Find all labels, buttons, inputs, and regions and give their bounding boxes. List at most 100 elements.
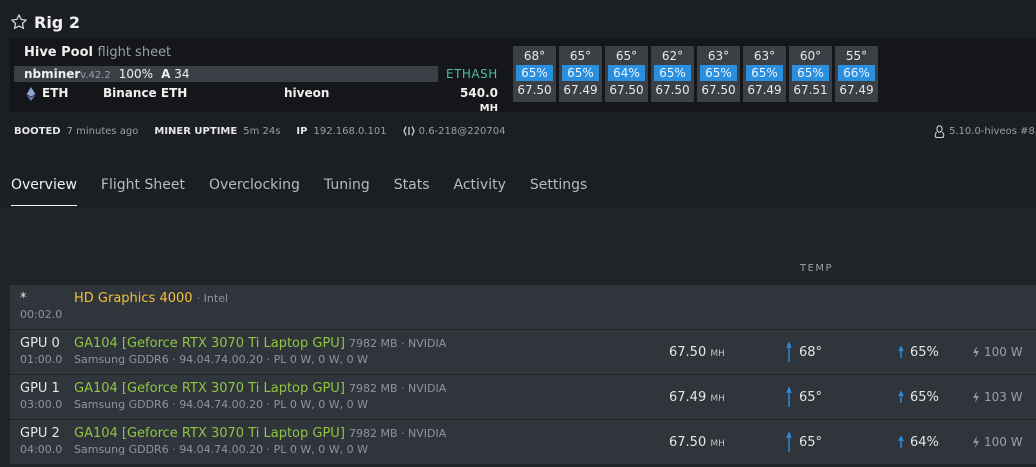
gpu-card[interactable]: 62° 65% 67.50 bbox=[651, 46, 694, 102]
gpu-hashrate-unit: MH bbox=[710, 439, 725, 449]
gpu-info: Samsung GDDR6 · 94.04.74.00.20 · PL 0 W,… bbox=[74, 353, 369, 366]
uptime-label: MINER UPTIME bbox=[154, 125, 238, 137]
gpu-card-fan: 65% bbox=[746, 65, 783, 81]
gpu-summary-cards: 68° 65% 67.50 65° 65% 67.49 65° 64% 67.5… bbox=[513, 46, 878, 102]
flight-sheet-title[interactable]: Hive Pool flight sheet bbox=[24, 45, 171, 60]
gpu-memory: 7982 MB · NVIDIA bbox=[349, 337, 447, 350]
gpu-power-value: 103 W bbox=[984, 390, 1023, 404]
gpu-name: GA104 [Geforce RTX 3070 Ti Laptop GPU] bbox=[74, 426, 345, 441]
gpu-card[interactable]: 63° 65% 67.50 bbox=[697, 46, 740, 102]
gpu-memory: 7982 MB · NVIDIA bbox=[349, 427, 447, 440]
tab-overclocking[interactable]: Overclocking bbox=[209, 176, 300, 206]
gpu-hashrate: 67.50 MH bbox=[669, 435, 725, 450]
gpu-model: GA104 [Geforce RTX 3070 Ti Laptop GPU] 7… bbox=[74, 381, 446, 396]
share-percent: 100% bbox=[118, 67, 154, 81]
gpu-hashrate-value: 67.50 bbox=[669, 435, 707, 450]
gpu-card[interactable]: 60° 65% 67.51 bbox=[789, 46, 832, 102]
gpu-info: Samsung GDDR6 · 94.04.74.00.20 · PL 0 W,… bbox=[74, 398, 369, 411]
gpu-power-value: 100 W bbox=[984, 435, 1023, 449]
gpu-name: GA104 [Geforce RTX 3070 Ti Laptop GPU] bbox=[74, 336, 345, 351]
igpu-model: HD Graphics 4000 · Intel bbox=[74, 291, 228, 306]
tab-settings[interactable]: Settings bbox=[530, 176, 587, 206]
miner-row: nbminer v.42.2 100% A 34 bbox=[24, 66, 190, 82]
igpu-index: * bbox=[20, 291, 27, 306]
igpu-row[interactable]: * 00:02.0 HD Graphics 4000 · Intel bbox=[10, 285, 1036, 329]
gpu-hashrate: 67.50 MH bbox=[669, 345, 725, 360]
temp-trend-icon bbox=[786, 387, 792, 407]
accepted-shares: A 34 bbox=[161, 67, 189, 81]
miner-name[interactable]: nbminer bbox=[24, 67, 80, 81]
gpu-card-fan: 66% bbox=[838, 65, 875, 81]
gpu-card-fan: 65% bbox=[562, 65, 599, 81]
gpu-temp: 65° bbox=[786, 432, 822, 452]
tab-activity[interactable]: Activity bbox=[454, 176, 506, 206]
kernel-info: 5.10.0-hiveos #8 bbox=[934, 124, 1035, 138]
igpu-vendor: · Intel bbox=[196, 292, 229, 305]
gpu-row[interactable]: GPU 1 03:00.0 GA104 [Geforce RTX 3070 Ti… bbox=[10, 375, 1036, 419]
tab-tuning[interactable]: Tuning bbox=[324, 176, 370, 206]
gpu-card[interactable]: 55° 66% 67.49 bbox=[835, 46, 878, 102]
gpu-card-temp: 63° bbox=[707, 49, 730, 63]
linux-icon bbox=[934, 124, 945, 138]
wallet-name: hiveon bbox=[284, 86, 330, 100]
total-hashrate-value: 540.0 bbox=[460, 86, 498, 100]
coin-name: ETH bbox=[42, 86, 69, 100]
rig-header: Rig 2 bbox=[10, 10, 80, 34]
gpu-temp: 65° bbox=[786, 387, 822, 407]
gpu-temp-value: 65° bbox=[799, 389, 823, 405]
gpu-temp-value: 68° bbox=[799, 344, 823, 360]
gpu-temp: 68° bbox=[786, 342, 822, 362]
gpu-hashrate-value: 67.49 bbox=[669, 390, 707, 405]
gpu-row[interactable]: GPU 0 01:00.0 GA104 [Geforce RTX 3070 Ti… bbox=[10, 330, 1036, 374]
kernel-version: 5.10.0-hiveos #8 bbox=[949, 125, 1035, 137]
accepted-prefix: A bbox=[161, 67, 171, 81]
uptime-value: 5m 24s bbox=[243, 125, 281, 137]
total-hashrate: 540.0 MH bbox=[440, 86, 498, 114]
gpu-hashrate-unit: MH bbox=[710, 394, 725, 404]
tab-overview[interactable]: Overview bbox=[11, 176, 77, 206]
gpu-card-fan: 65% bbox=[792, 65, 829, 81]
gpu-card[interactable]: 65° 65% 67.49 bbox=[559, 46, 602, 102]
tab-flight-sheet[interactable]: Flight Sheet bbox=[101, 176, 185, 206]
rig-name: Rig 2 bbox=[34, 12, 80, 32]
gpu-power: 100 W bbox=[972, 435, 1023, 449]
gpu-model: GA104 [Geforce RTX 3070 Ti Laptop GPU] 7… bbox=[74, 426, 446, 441]
gpu-hashrate-value: 67.50 bbox=[669, 345, 707, 360]
gpu-card-fan: 64% bbox=[608, 65, 645, 81]
gpu-bus: 01:00.0 bbox=[20, 353, 63, 366]
gpu-bus: 04:00.0 bbox=[20, 443, 63, 456]
gpu-card-hashrate: 67.50 bbox=[609, 83, 644, 97]
gpu-row[interactable]: GPU 2 04:00.0 GA104 [Geforce RTX 3070 Ti… bbox=[10, 420, 1036, 464]
pool-name: Binance ETH bbox=[103, 86, 188, 100]
gpu-card-temp: 65° bbox=[569, 49, 592, 63]
gpu-card[interactable]: 65° 64% 67.50 bbox=[605, 46, 648, 102]
total-hashrate-unit: MH bbox=[479, 103, 498, 114]
gpu-fan: 65% bbox=[898, 387, 939, 407]
gpu-power: 103 W bbox=[972, 390, 1023, 404]
gpu-card-hashrate: 67.50 bbox=[701, 83, 736, 97]
gpu-card-fan: 65% bbox=[516, 65, 553, 81]
gpu-info: Samsung GDDR6 · 94.04.74.00.20 · PL 0 W,… bbox=[74, 443, 369, 456]
gpu-card[interactable]: 68° 65% 67.50 bbox=[513, 46, 556, 102]
gpu-card-hashrate: 67.49 bbox=[747, 83, 782, 97]
gpu-card-temp: 62° bbox=[661, 49, 684, 63]
flight-sheet-label: flight sheet bbox=[97, 45, 172, 60]
gpu-hashrate-unit: MH bbox=[710, 349, 725, 359]
gpu-card-hashrate: 67.51 bbox=[793, 83, 828, 97]
gpu-temp-value: 65° bbox=[799, 434, 823, 450]
gpu-name: GA104 [Geforce RTX 3070 Ti Laptop GPU] bbox=[74, 381, 345, 396]
hive-version-icon bbox=[402, 126, 415, 136]
gpu-card[interactable]: 63° 65% 67.49 bbox=[743, 46, 786, 102]
igpu-bus: 00:02.0 bbox=[20, 308, 63, 321]
gpu-card-hashrate: 67.50 bbox=[517, 83, 552, 97]
lightning-icon bbox=[973, 436, 979, 448]
gpu-power: 100 W bbox=[972, 345, 1023, 359]
gpu-fan-value: 65% bbox=[910, 344, 939, 360]
gpu-index: GPU 0 bbox=[20, 336, 60, 351]
favorite-star-icon[interactable] bbox=[10, 13, 28, 31]
gpu-power-value: 100 W bbox=[984, 345, 1023, 359]
gpu-bus: 03:00.0 bbox=[20, 398, 63, 411]
gpu-card-temp: 55° bbox=[845, 49, 868, 63]
tab-stats[interactable]: Stats bbox=[394, 176, 430, 206]
fan-trend-icon bbox=[898, 346, 904, 358]
